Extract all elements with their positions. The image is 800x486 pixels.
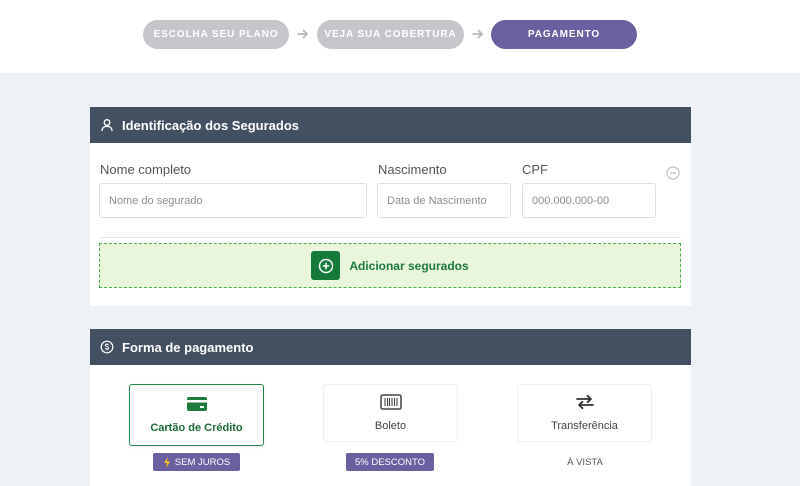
- step-payment[interactable]: PAGAMENTO: [491, 20, 637, 49]
- birth-label: Nascimento: [378, 162, 447, 177]
- pay-option-label: Cartão de Crédito: [150, 422, 243, 434]
- name-input[interactable]: [99, 183, 367, 218]
- badge-upfront: À VISTA: [545, 453, 625, 471]
- cpf-input[interactable]: [522, 183, 656, 218]
- pay-option-boleto[interactable]: Boleto: [323, 384, 458, 442]
- name-label: Nome completo: [100, 162, 192, 177]
- pay-option-label: Boleto: [374, 420, 407, 432]
- badge-text: 5% DESCONTO: [354, 456, 426, 468]
- step-view-coverage[interactable]: VEJA SUA COBERTURA: [317, 20, 464, 49]
- badge-discount: 5% DESCONTO: [346, 453, 434, 471]
- arrow-right-icon: [472, 29, 484, 39]
- insured-card: Identificação dos Segurados Nome complet…: [90, 107, 691, 306]
- badge-no-interest: SEM JUROS: [153, 453, 240, 471]
- payment-card-title: Forma de pagamento: [122, 339, 254, 355]
- pay-option-label: Transferência: [551, 420, 618, 432]
- divider: [100, 237, 681, 238]
- insured-card-title: Identificação dos Segurados: [122, 117, 299, 133]
- step-choose-plan[interactable]: ESCOLHA SEU PLANO: [143, 20, 289, 49]
- payment-card: Forma de pagamento Cartão de Crédito Bol…: [90, 329, 691, 486]
- arrow-right-icon: [297, 29, 309, 39]
- credit-card-icon: [186, 396, 208, 412]
- user-icon: [100, 118, 114, 132]
- plus-circle-icon: [311, 251, 341, 280]
- lightning-icon: [163, 456, 170, 468]
- payment-card-header: Forma de pagamento: [90, 329, 691, 365]
- checkout-steps: ESCOLHA SEU PLANO VEJA SUA COBERTURA PAG…: [0, 0, 800, 73]
- insured-card-header: Identificação dos Segurados: [90, 107, 691, 143]
- birth-date-input[interactable]: [377, 183, 511, 218]
- pay-option-transfer[interactable]: Transferência: [517, 384, 652, 442]
- remove-circle-icon[interactable]: [666, 166, 680, 180]
- add-insured-label: Adicionar segurados: [349, 258, 469, 273]
- dollar-circle-icon: [100, 340, 114, 354]
- transfer-icon: [574, 394, 596, 410]
- badge-text: À VISTA: [567, 456, 603, 468]
- cpf-label: CPF: [522, 162, 548, 177]
- add-insured-button[interactable]: Adicionar segurados: [99, 243, 681, 288]
- badge-text: SEM JUROS: [174, 456, 231, 468]
- barcode-icon: [379, 394, 402, 410]
- pay-option-credit-card[interactable]: Cartão de Crédito: [129, 384, 264, 446]
